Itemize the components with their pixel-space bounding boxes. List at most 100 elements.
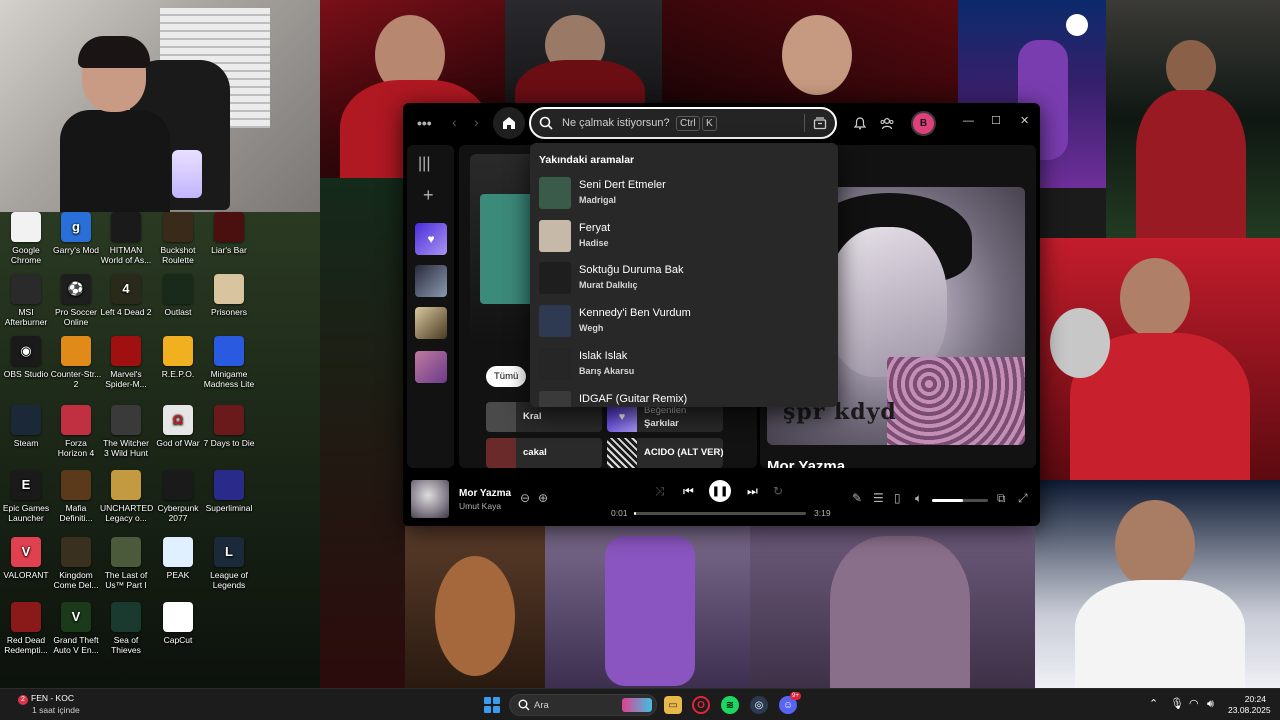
search-input[interactable]: Ne çalmak istiyorsun? bbox=[562, 117, 670, 129]
recent-search-item[interactable]: Feryat Hadise bbox=[530, 216, 838, 258]
next-icon[interactable]: ⏭ bbox=[747, 485, 758, 497]
miniplayer-icon[interactable]: ⧉ bbox=[997, 492, 1006, 504]
friend-activity-icon[interactable] bbox=[880, 117, 894, 130]
desktop-icon[interactable]: E Epic Games Launcher bbox=[0, 470, 52, 523]
desktop-icon[interactable]: ◉ OBS Studio bbox=[0, 336, 52, 379]
playlist-thumb[interactable] bbox=[415, 265, 447, 297]
repeat-icon[interactable]: ↻ bbox=[773, 485, 783, 497]
search-bar[interactable]: Ne çalmak istiyorsun? Ctrl K bbox=[529, 107, 837, 139]
connect-device-icon[interactable]: ▯ bbox=[894, 492, 901, 504]
back-arrow-icon[interactable]: ‹ bbox=[452, 115, 457, 129]
remove-icon[interactable]: ⊖ bbox=[520, 492, 530, 504]
shortcut-card[interactable]: ACIDO (ALT VER) bbox=[607, 438, 723, 468]
network-icon[interactable]: ◠ bbox=[1189, 698, 1199, 710]
desktop-icon[interactable]: R.E.P.O. bbox=[152, 336, 204, 379]
desktop-icon[interactable]: Kingdom Come Del... bbox=[50, 537, 102, 590]
volume-slider[interactable] bbox=[932, 499, 988, 502]
desktop-icon[interactable]: V Grand Theft Auto V En... bbox=[50, 602, 102, 655]
desktop-icon[interactable]: Forza Horizon 4 bbox=[50, 405, 102, 458]
previous-icon[interactable]: ⏮ bbox=[683, 485, 694, 497]
recent-search-item[interactable]: Islak Islak Barış Akarsu bbox=[530, 344, 838, 386]
steam-taskbar-icon[interactable]: ◎ bbox=[750, 696, 768, 714]
recent-search-item[interactable]: IDGAF (Guitar Remix) bbox=[530, 387, 838, 407]
opera-gx-icon[interactable]: O bbox=[692, 696, 710, 714]
desktop-icon[interactable]: Marvel's Spider-M... bbox=[100, 336, 152, 389]
app-icon: ◉ bbox=[11, 336, 41, 366]
desktop-icon[interactable]: 4 Left 4 Dead 2 bbox=[100, 274, 152, 317]
player-track-title[interactable]: Mor Yazma bbox=[459, 488, 511, 499]
player-cover[interactable] bbox=[411, 480, 449, 518]
lyrics-icon[interactable]: ✎ bbox=[852, 492, 862, 504]
now-playing-title[interactable]: Mor Yazma bbox=[767, 458, 845, 468]
taskbar-search[interactable]: Ara bbox=[509, 694, 657, 716]
volume-icon[interactable]: 🔈︎ bbox=[915, 492, 922, 504]
desktop-icon[interactable]: Liar's Bar bbox=[203, 212, 255, 255]
microphone-icon[interactable]: 🎙︎ bbox=[1170, 698, 1184, 710]
desktop-icon[interactable]: MSI Afterburner bbox=[0, 274, 52, 327]
desktop-icon[interactable]: Cyberpunk 2077 bbox=[152, 470, 204, 523]
desktop-icon[interactable]: Ω God of War bbox=[152, 405, 204, 448]
liked-songs-thumb[interactable]: ♥ bbox=[415, 223, 447, 255]
forward-arrow-icon[interactable]: › bbox=[474, 115, 479, 129]
app-icon bbox=[111, 602, 141, 632]
library-icon[interactable]: ||| bbox=[418, 155, 430, 173]
app-icon bbox=[11, 274, 41, 304]
desktop-icon[interactable]: Sea of Thieves bbox=[100, 602, 152, 655]
desktop-icon[interactable]: 7 Days to Die bbox=[203, 405, 255, 448]
desktop-icon[interactable]: Counter-Str... 2 bbox=[50, 336, 102, 389]
shortcut-card[interactable]: cakal bbox=[486, 438, 602, 468]
weather-widget[interactable]: 2 FEN - KOC 1 saat içinde bbox=[18, 693, 80, 716]
more-options-icon[interactable]: ••• bbox=[417, 116, 432, 130]
playlist-thumb[interactable] bbox=[415, 351, 447, 383]
start-button[interactable] bbox=[484, 697, 500, 713]
desktop-icon[interactable]: CapCut bbox=[152, 602, 204, 645]
queue-icon[interactable]: ☰ bbox=[873, 492, 884, 504]
shuffle-icon[interactable]: ⤨ bbox=[655, 485, 665, 497]
maximize-button[interactable]: ☐ bbox=[991, 116, 1001, 127]
desktop-icon[interactable]: g Garry's Mod bbox=[50, 212, 102, 255]
progress-bar[interactable] bbox=[634, 512, 806, 515]
desktop-icon[interactable]: V VALORANT bbox=[0, 537, 52, 580]
pause-button[interactable]: ❚❚ bbox=[709, 480, 731, 502]
desktop-icon[interactable]: PEAK bbox=[152, 537, 204, 580]
desktop-icon[interactable]: Red Dead Redempti... bbox=[0, 602, 52, 655]
desktop-icon[interactable]: UNCHARTED Legacy o... bbox=[100, 470, 153, 523]
notifications-bell-icon[interactable] bbox=[854, 117, 866, 130]
speaker-icon[interactable]: 🔊︎ bbox=[1207, 698, 1214, 710]
desktop-icon[interactable]: Superliminal bbox=[203, 470, 255, 513]
taskbar: 2 FEN - KOC 1 saat içinde Ara ▭ O ≋ ◎ ☺ 9… bbox=[0, 688, 1280, 720]
desktop-icon[interactable]: HITMAN World of As... bbox=[100, 212, 152, 265]
recent-search-item[interactable]: Soktuğu Duruma Bak Murat Dalkılıç bbox=[530, 258, 838, 300]
minimize-button[interactable]: — bbox=[963, 116, 974, 127]
desktop-icon[interactable]: Buckshot Roulette bbox=[152, 212, 204, 265]
system-clock[interactable]: 20:24 23.08.2025 bbox=[1228, 694, 1271, 716]
close-button[interactable]: ✕ bbox=[1020, 116, 1029, 127]
recent-search-artist: Barış Akarsu bbox=[579, 365, 635, 376]
recent-search-item[interactable]: Seni Dert Etmeler Madrigal bbox=[530, 173, 838, 215]
browse-icon[interactable] bbox=[813, 116, 827, 130]
desktop-icon[interactable]: Prisoners bbox=[203, 274, 255, 317]
desktop-icon[interactable]: L League of Legends bbox=[203, 537, 255, 590]
desktop-icon[interactable]: Steam bbox=[0, 405, 52, 448]
desktop-icon[interactable]: Minigame Madness Lite bbox=[203, 336, 255, 389]
tray-overflow-icon[interactable]: ⌃ bbox=[1149, 698, 1158, 710]
clock-time: 20:24 bbox=[1244, 694, 1266, 704]
playlist-thumb[interactable] bbox=[415, 307, 447, 339]
desktop-icon[interactable]: Mafia Definiti... bbox=[50, 470, 102, 523]
spotify-taskbar-icon[interactable]: ≋ bbox=[721, 696, 739, 714]
home-button[interactable] bbox=[493, 107, 525, 139]
file-explorer-icon[interactable]: ▭ bbox=[664, 696, 682, 714]
desktop-icon[interactable]: ⚽ Pro Soccer Online bbox=[50, 274, 102, 327]
filter-chip-all[interactable]: Tümü bbox=[486, 366, 527, 387]
desktop-icon[interactable]: Google Chrome bbox=[0, 212, 52, 265]
add-to-library-icon[interactable]: ⊕ bbox=[538, 492, 548, 504]
player-track-artist[interactable]: Umut Kaya bbox=[459, 501, 501, 511]
user-avatar[interactable]: B bbox=[911, 111, 936, 136]
fullscreen-icon[interactable]: ⤢ bbox=[1018, 492, 1028, 504]
desktop-icon[interactable]: The Witcher 3 Wild Hunt bbox=[100, 405, 152, 458]
desktop-icon[interactable]: Outlast bbox=[152, 274, 204, 317]
desktop-icon[interactable]: The Last of Us™ Part I bbox=[100, 537, 152, 590]
app-icon bbox=[111, 336, 141, 366]
recent-search-item[interactable]: Kennedy'i Ben Vurdum Wegh bbox=[530, 301, 838, 343]
create-playlist-icon[interactable]: + bbox=[423, 185, 434, 206]
